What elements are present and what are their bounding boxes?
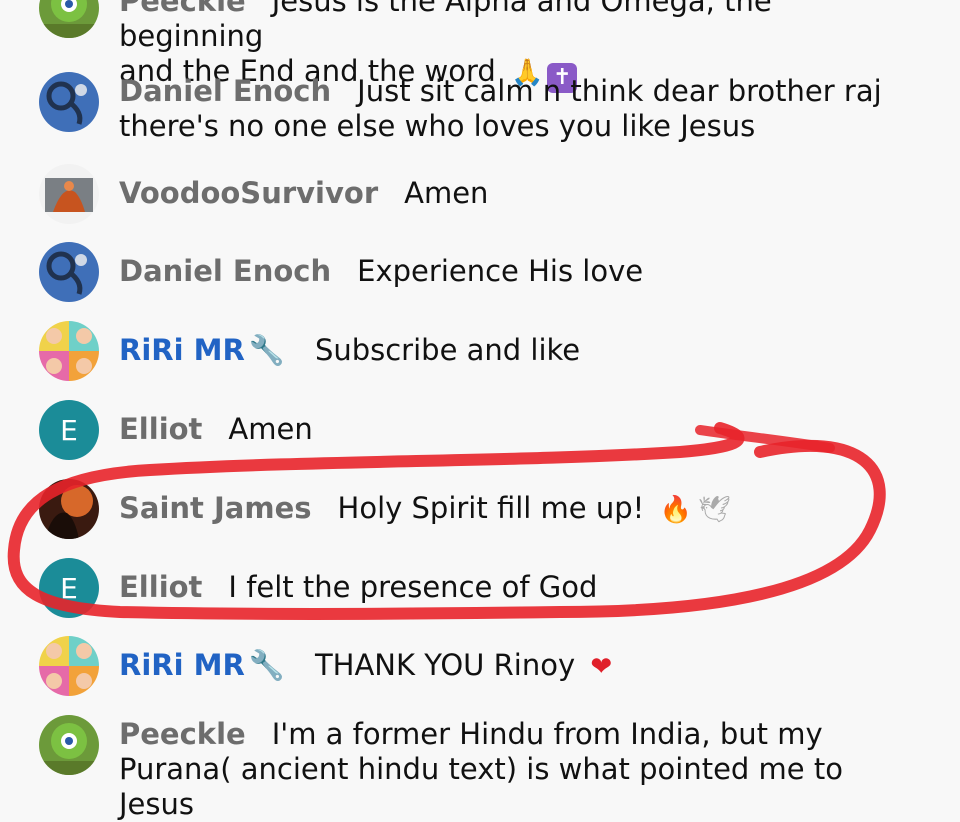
message-text: Just sit calm n think dear brother raj [357,74,882,108]
message-text: Amen [228,412,313,446]
wrench-icon: 🔧 [248,648,285,682]
author-name[interactable]: VoodooSurvivor [119,176,378,210]
avatar-letter[interactable]: E [39,558,99,618]
avatar[interactable] [39,242,99,302]
author-name[interactable]: Daniel Enoch [119,254,331,288]
message-text: THANK YOU Rinoy [314,648,576,682]
message-text: I felt the presence of God [228,570,598,604]
author-name[interactable]: Elliot [119,570,202,604]
avatar[interactable] [39,0,99,38]
avatar-letter[interactable]: E [39,400,99,460]
wrench-icon: 🔧 [248,333,285,367]
author-name[interactable]: Elliot [119,412,202,446]
fire-emoji: 🔥 [659,495,692,525]
avatar[interactable] [39,164,99,224]
dove-emoji: 🕊 [697,495,731,525]
avatar[interactable] [39,479,99,539]
message-text: Amen [404,176,489,210]
avatar[interactable] [39,715,99,775]
heart-emoji: ❤ [590,652,613,682]
message-text: Subscribe and like [314,333,581,367]
author-name[interactable]: RiRi MR [119,648,245,682]
author-name[interactable]: Saint James [119,491,312,525]
message-text: Experience His love [357,254,644,288]
message-text: Purana( ancient hindu text) is what poin… [119,752,843,821]
avatar[interactable] [39,72,99,132]
author-name[interactable]: Daniel Enoch [119,74,331,108]
avatar[interactable] [39,321,99,381]
avatar[interactable] [39,636,99,696]
message-text: there's no one else who loves you like J… [119,109,756,143]
live-chat-feed: Peeckle Jesus is the Alpha and Omega, the… [0,0,960,821]
author-name[interactable]: Peeckle [119,717,246,751]
message-text: Holy Spirit fill me up! [337,491,645,525]
author-name[interactable]: Peeckle [119,0,246,18]
message-text: I'm a former Hindu from India, but my [271,717,823,751]
author-name[interactable]: RiRi MR [119,333,245,367]
